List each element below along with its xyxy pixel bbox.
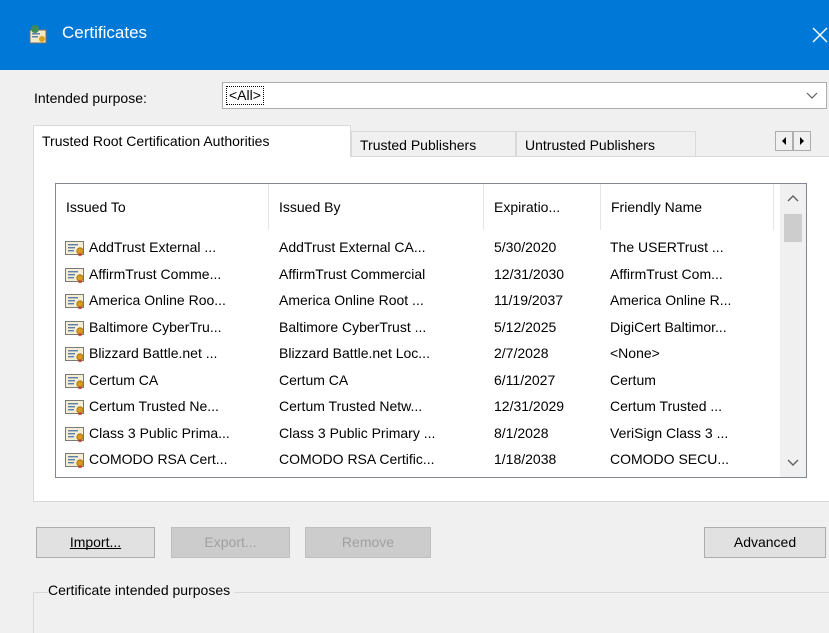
cell-issued-by: Blizzard Battle.net Loc... xyxy=(279,345,430,361)
column-header-issued-by[interactable]: Issued By xyxy=(269,184,484,230)
cell-expiration: 8/1/2028 xyxy=(494,424,549,441)
tab-label: Untrusted Publishers xyxy=(525,137,655,153)
cell-issued-to: AddTrust External ... xyxy=(89,239,217,255)
cell-issued-by: Baltimore CyberTrust ... xyxy=(279,318,427,335)
cell-friendly-name: DigiCert Baltimor... xyxy=(610,318,727,335)
certificate-icon xyxy=(65,292,87,310)
cell-issued-to: America Online Roo... xyxy=(89,292,226,308)
intended-purpose-label: Intended purpose: xyxy=(34,90,147,106)
certificate-icon xyxy=(65,398,87,416)
caret-right-icon xyxy=(800,137,804,145)
cell-expiration: 5/12/2025 xyxy=(494,318,557,335)
cell-issued-to: COMODO RSA Cert... xyxy=(89,451,228,467)
cell-issued-to: Blizzard Battle.net ... xyxy=(89,345,218,361)
close-icon[interactable] xyxy=(811,26,829,44)
remove-button-label: Remove xyxy=(341,534,395,550)
table-row[interactable]: America Online Roo... America Online Root… xyxy=(56,287,774,313)
cell-expiration: 5/30/2020 xyxy=(494,239,557,255)
certificate-icon xyxy=(65,345,87,363)
tab-trusted-root[interactable]: Trusted Root Certification Authorities xyxy=(33,125,351,157)
import-button[interactable]: Import... xyxy=(36,527,155,558)
tab-scroll-left-button[interactable] xyxy=(775,131,793,151)
certificate-icon xyxy=(65,319,87,336)
list-scrollbar[interactable] xyxy=(780,184,806,477)
table-row[interactable]: Class 3 Public Prima... Class 3 Public Pr… xyxy=(56,420,774,446)
cell-issued-to: Baltimore CyberTru... xyxy=(89,318,222,335)
column-header-friendly-name[interactable]: Friendly Name xyxy=(601,184,774,230)
tab-label: Trusted Root Certification Authorities xyxy=(42,133,270,149)
cell-expiration: 12/31/2029 xyxy=(494,398,565,414)
intended-purpose-select[interactable]: <All> xyxy=(222,82,827,109)
scrollbar-thumb[interactable] xyxy=(784,214,802,242)
cell-issued-by: AffirmTrust Commercial xyxy=(279,265,426,282)
advanced-button-label: Advanced xyxy=(733,534,797,550)
cell-expiration: 2/7/2028 xyxy=(494,345,549,361)
intended-purpose-value: <All> xyxy=(226,86,264,105)
table-row[interactable]: Certum Trusted Ne... Certum Trusted Netw.… xyxy=(56,393,774,419)
column-header-expiration[interactable]: Expiratio... xyxy=(484,184,601,230)
table-row[interactable]: Certum CA Certum CA 6/11/2027 Certum xyxy=(56,367,774,393)
cell-friendly-name: America Online R... xyxy=(610,292,732,308)
certificate-icon xyxy=(65,372,87,389)
cell-issued-by: COMODO RSA Certific... xyxy=(279,451,435,467)
chevron-up-icon[interactable] xyxy=(780,188,806,208)
column-header-issued-to[interactable]: Issued To xyxy=(56,184,269,230)
cell-issued-by: Class 3 Public Primary ... xyxy=(279,424,436,441)
intended-purposes-label: Certificate intended purposes xyxy=(48,582,235,598)
cell-friendly-name: The USERTrust ... xyxy=(610,239,724,255)
certificate-icon xyxy=(65,425,87,442)
tab-scroll-right-button[interactable] xyxy=(793,131,811,151)
chevron-down-icon[interactable] xyxy=(798,83,826,108)
certificate-icon xyxy=(65,266,87,283)
tab-label: Trusted Publishers xyxy=(360,137,477,153)
cell-expiration: 6/11/2027 xyxy=(494,371,556,388)
cell-expiration: 12/31/2030 xyxy=(494,265,565,282)
table-row[interactable]: AffirmTrust Comme... AffirmTrust Commerci… xyxy=(56,261,774,287)
cell-issued-by: Certum CA xyxy=(279,371,349,388)
cell-friendly-name: VeriSign Class 3 ... xyxy=(610,424,729,441)
table-row[interactable]: COMODO RSA Cert... COMODO RSA Certific...… xyxy=(56,446,774,472)
import-button-label: Import... xyxy=(69,534,122,550)
certificate-list[interactable]: Issued To Issued By Expiratio... Friendl… xyxy=(55,183,807,478)
cell-friendly-name: <None> xyxy=(610,345,660,361)
certificate-icon xyxy=(65,239,87,257)
export-button-label: Export... xyxy=(204,534,257,550)
cell-friendly-name: Certum Trusted ... xyxy=(610,398,723,414)
cell-issued-to: Certum Trusted Ne... xyxy=(89,398,219,414)
tab-untrusted-publishers[interactable]: Untrusted Publishers xyxy=(516,131,696,157)
cell-issued-to: AffirmTrust Comme... xyxy=(89,265,222,282)
cell-expiration: 11/19/2037 xyxy=(494,292,564,308)
window-title: Certificates xyxy=(62,23,148,42)
cell-issued-to: Certum CA xyxy=(89,371,159,388)
cell-issued-by: AddTrust External CA... xyxy=(279,239,426,255)
cell-expiration: 1/18/2038 xyxy=(494,451,557,467)
certificate-icon xyxy=(65,451,87,469)
cell-friendly-name: AffirmTrust Com... xyxy=(610,265,723,282)
cell-issued-to: Class 3 Public Prima... xyxy=(89,424,230,441)
caret-left-icon xyxy=(782,137,786,145)
certificate-manager-icon xyxy=(29,25,47,44)
tab-trusted-publishers[interactable]: Trusted Publishers xyxy=(351,131,516,157)
title-bar: Certificates xyxy=(0,0,829,70)
cell-friendly-name: COMODO SECU... xyxy=(610,451,730,467)
cell-issued-by: America Online Root ... xyxy=(279,292,424,308)
table-row[interactable]: Blizzard Battle.net ... Blizzard Battle.n… xyxy=(56,340,774,366)
export-button[interactable]: Export... xyxy=(171,527,290,558)
cell-friendly-name: Certum xyxy=(610,371,656,388)
cell-issued-by: Certum Trusted Netw... xyxy=(279,398,423,414)
remove-button[interactable]: Remove xyxy=(305,527,431,558)
certificates-dialog: Certificates Intended purpose: <All> Tru… xyxy=(0,0,829,633)
table-row[interactable]: Baltimore CyberTru... Baltimore CyberTrus… xyxy=(56,314,774,340)
intended-purposes-group xyxy=(33,592,829,633)
table-row[interactable]: AddTrust External ... AddTrust External C… xyxy=(56,234,774,260)
advanced-button[interactable]: Advanced xyxy=(704,527,826,558)
chevron-down-icon[interactable] xyxy=(780,453,806,473)
